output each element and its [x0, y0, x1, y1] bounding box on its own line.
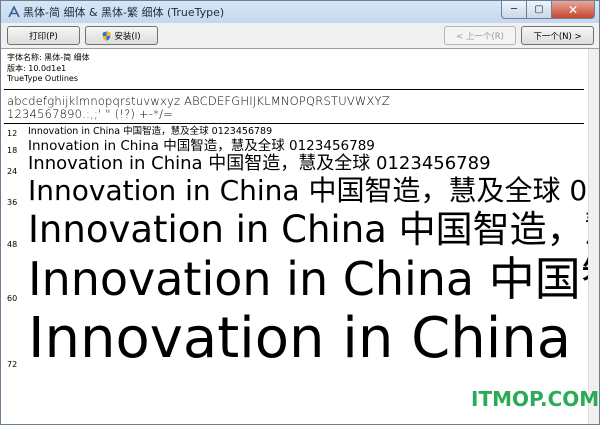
charset-symbols: 1234567890.:,;' " (!?) +-*/=: [7, 107, 173, 121]
sample-line-18: Innovation in China 中国智造，慧及全球 0123456789: [28, 138, 375, 154]
close-button[interactable]: ✕: [551, 1, 595, 19]
font-name-line: 字体名称: 黑体-简 细体: [7, 53, 90, 62]
size-label: 18: [7, 146, 18, 155]
sample-line-48: Innovation in China 中国智造，慧及全球 0123456789: [28, 208, 588, 251]
size-label: 36: [7, 198, 18, 207]
sample-line-24: Innovation in China 中国智造，慧及全球 0123456789: [28, 153, 491, 174]
next-button[interactable]: 下一个(N) >: [521, 26, 594, 45]
shield-icon: [103, 30, 111, 41]
size-label: 12: [7, 129, 18, 138]
sample-line-72: Innovation in China 中国智造，慧及全球 0123456789: [28, 306, 588, 371]
previous-button[interactable]: < 上一个(R): [444, 26, 516, 45]
font-type-line: TrueType Outlines: [7, 74, 79, 83]
font-preview-pane[interactable]: 字体名称: 黑体-简 细体 版本: 10.0d1e1 TrueType Outl…: [1, 49, 588, 424]
version-line: 版本: 10.0d1e1: [7, 64, 67, 73]
sample-line-36: Innovation in China 中国智造，慧及全球 0123456789: [28, 174, 588, 207]
site-watermark: ITMOP.COM: [471, 387, 600, 411]
print-button[interactable]: 打印(P): [7, 26, 80, 45]
charset-letters: abcdefghijklmnopqrstuvwxyz ABCDEFGHIJKLM…: [7, 94, 390, 108]
vertical-scrollbar[interactable]: [588, 49, 599, 424]
divider: [4, 123, 584, 124]
install-button[interactable]: 安装(I): [85, 26, 158, 45]
sample-line-60: Innovation in China 中国智造，慧及全球 0123456789: [28, 252, 588, 306]
window-controls: ─ ▢ ✕: [501, 1, 595, 21]
size-label: 60: [7, 294, 18, 303]
install-label: 安装(I): [114, 31, 141, 42]
minimize-button[interactable]: ─: [501, 1, 527, 19]
sample-line-12: Innovation in China 中国智造，慧及全球 0123456789: [28, 126, 273, 137]
window-title: 黑体-简 细体 & 黑体-繁 细体 (TrueType): [23, 6, 225, 19]
font-viewer-icon: [8, 5, 20, 18]
font-viewer-window: 黑体-简 细体 & 黑体-繁 细体 (TrueType) ─ ▢ ✕ 打印(P)…: [0, 0, 600, 425]
divider: [4, 89, 584, 90]
toolbar: 打印(P) 安装(I) < 上一个(R) 下一个(N) >: [1, 23, 599, 49]
size-label: 24: [7, 167, 18, 176]
title-bar[interactable]: 黑体-简 细体 & 黑体-繁 细体 (TrueType) ─ ▢ ✕: [1, 1, 599, 23]
maximize-button[interactable]: ▢: [526, 1, 552, 19]
size-label: 72: [7, 360, 18, 369]
size-label: 48: [7, 240, 18, 249]
